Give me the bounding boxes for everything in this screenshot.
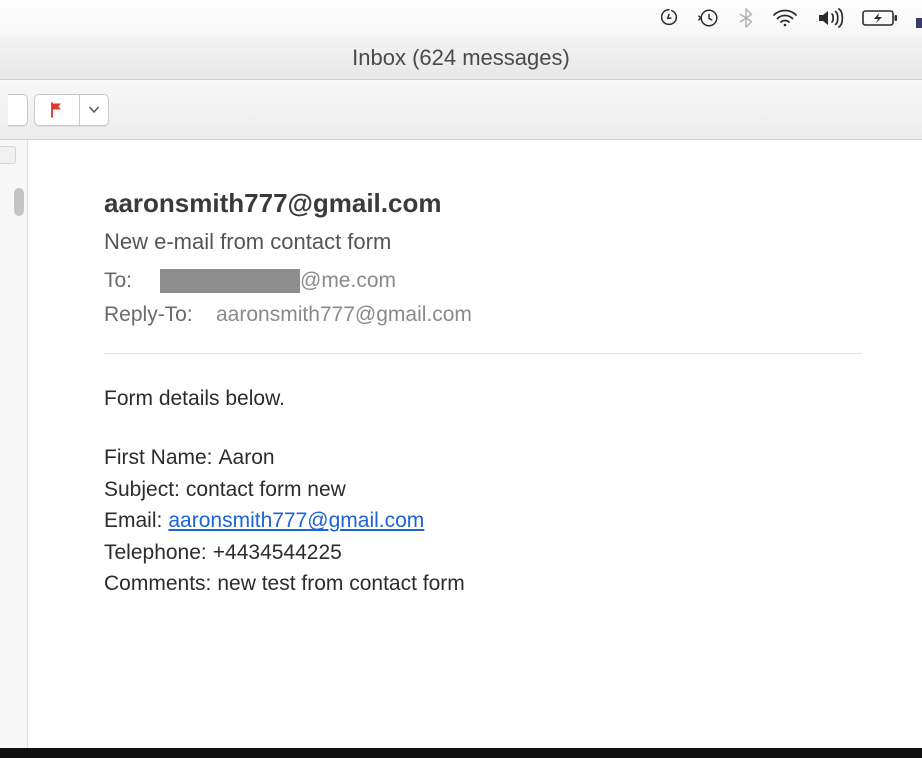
toolbar — [0, 80, 922, 140]
message-subject: New e-mail from contact form — [104, 229, 862, 255]
subject-value: contact form new — [186, 474, 346, 506]
battery-icon[interactable] — [862, 9, 898, 27]
header-divider — [104, 353, 862, 354]
email-label: Email: — [104, 505, 162, 537]
body-intro: Form details below. — [104, 384, 744, 414]
mac-menubar-extras — [0, 0, 922, 36]
volume-icon[interactable] — [816, 8, 844, 28]
scrollbar-thumb[interactable] — [14, 188, 24, 216]
first-name-label: First Name: — [104, 442, 213, 474]
reply-to-label: Reply-To: — [104, 303, 204, 327]
message-from[interactable]: aaronsmith777@gmail.com — [104, 188, 862, 219]
comments-value: new test from contact form — [217, 568, 464, 600]
email-link[interactable]: aaronsmith777@gmail.com — [168, 505, 424, 537]
message-list-sliver — [0, 140, 28, 748]
sync-icon[interactable] — [658, 7, 680, 29]
header-to-row: To: @me.com — [104, 269, 862, 293]
wifi-icon[interactable] — [772, 8, 798, 28]
header-reply-to-row: Reply-To: aaronsmith777@gmail.com — [104, 303, 862, 327]
subject-label: Subject: — [104, 474, 180, 506]
to-redacted — [160, 269, 300, 293]
flag-button[interactable] — [34, 94, 80, 126]
toolbar-button-partial[interactable] — [8, 94, 28, 126]
bottom-edge — [0, 748, 922, 758]
to-domain: @me.com — [300, 269, 396, 293]
comments-label: Comments: — [104, 568, 211, 600]
to-label: To: — [104, 269, 148, 293]
first-name-value: Aaron — [219, 442, 275, 474]
window-title: Inbox (624 messages) — [0, 36, 922, 80]
telephone-value: +4434544225 — [213, 537, 342, 569]
message-viewer: aaronsmith777@gmail.com New e-mail from … — [28, 140, 922, 748]
time-machine-icon[interactable] — [698, 7, 720, 29]
telephone-label: Telephone: — [104, 537, 207, 569]
list-stub-icon — [0, 146, 16, 164]
flag-dropdown-button[interactable] — [79, 94, 109, 126]
window-title-text: Inbox (624 messages) — [352, 45, 570, 71]
message-body: Form details below. First Name: Aaron Su… — [104, 384, 744, 600]
bluetooth-icon[interactable] — [738, 7, 754, 29]
reply-to-value: aaronsmith777@gmail.com — [216, 303, 472, 327]
